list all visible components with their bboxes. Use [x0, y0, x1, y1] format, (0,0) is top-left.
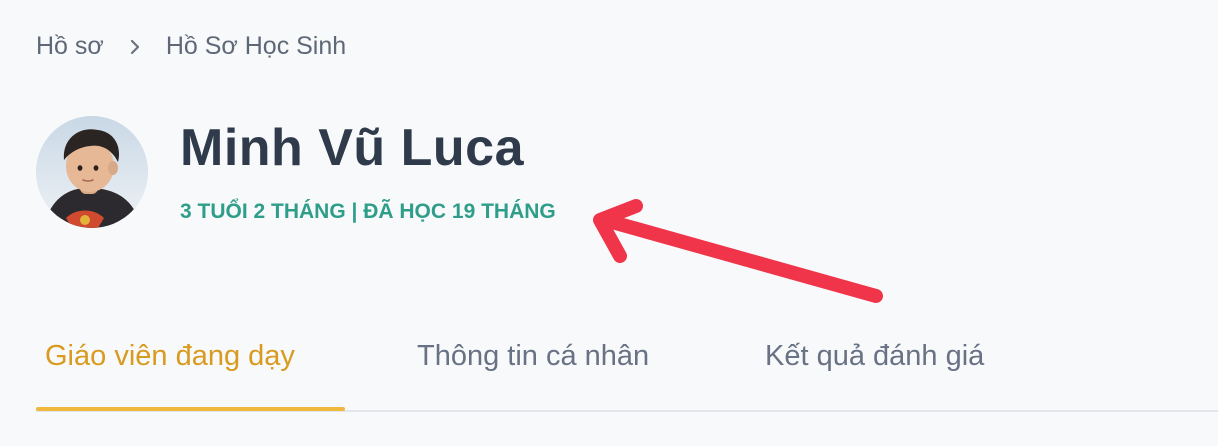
breadcrumb-item-profile[interactable]: Hồ sơ — [36, 32, 104, 61]
avatar — [36, 116, 148, 228]
tab-assessment-results[interactable]: Kết quả đánh giá — [765, 340, 984, 373]
active-tab-indicator — [36, 407, 345, 411]
tab-personal-info[interactable]: Thông tin cá nhân — [417, 340, 649, 373]
student-name: Minh Vũ Luca — [180, 119, 524, 177]
tab-bar: Giáo viên đang dạy Thông tin cá nhân Kết… — [36, 330, 1218, 412]
student-age-summary: 3 TUỔI 2 THÁNG | ĐÃ HỌC 19 THÁNG — [180, 200, 556, 223]
breadcrumb-item-student-profile[interactable]: Hồ Sơ Học Sinh — [166, 32, 346, 61]
chevron-right-icon — [126, 38, 144, 56]
page: Hồ sơ Hồ Sơ Học Sinh Minh Vũ Luca 3 TUỔI… — [0, 0, 1218, 446]
breadcrumb: Hồ sơ Hồ Sơ Học Sinh — [36, 32, 346, 61]
tab-current-teachers[interactable]: Giáo viên đang dạy — [45, 340, 295, 373]
